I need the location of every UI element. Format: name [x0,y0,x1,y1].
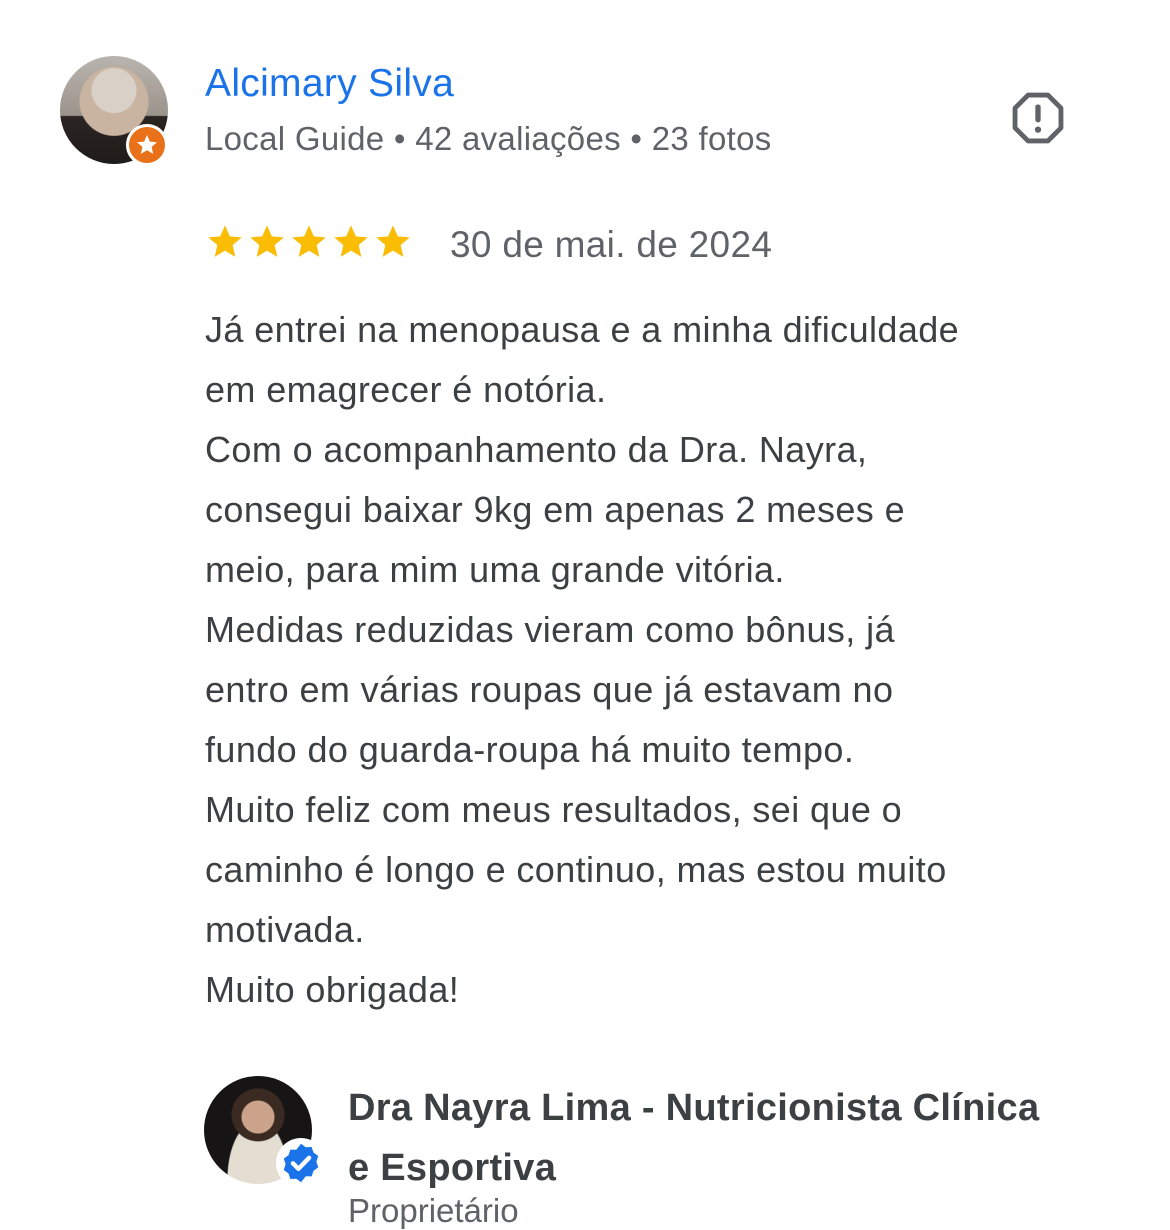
owner-role: Proprietário [348,1192,519,1229]
verified-check-icon [276,1138,326,1188]
review-text-line: fundo do guarda-roupa há muito tempo. [205,729,855,770]
review-text-line: Muito obrigada! [205,969,460,1010]
report-octagon-icon [1012,92,1064,144]
star-icon [334,225,368,257]
review-text-line: caminho é longo e continuo, mas estou mu… [205,849,947,890]
review-text-line: Medidas reduzidas vieram como bônus, já [205,609,895,650]
review-text-line: em emagrecer é notória. [205,369,607,410]
review-text-line: Já entrei na menopausa e a minha dificul… [205,309,960,350]
star-icon [250,225,284,257]
star-rating [205,222,413,262]
star-icon [208,225,242,257]
owner-name-line: Dra Nayra Lima - Nutricionista Clínica [348,1087,1040,1129]
author-name[interactable]: Alcimary Silva [205,62,454,106]
local-guide-star-icon [126,124,168,166]
review-text-line: meio, para mim uma grande vitória. [205,549,785,590]
owner-name-line: e Esportiva [348,1147,557,1189]
author-meta: Local Guide • 42 avaliações • 23 fotos [205,120,772,157]
review-text-line: motivada. [205,909,365,950]
review-text-line: Com o acompanhamento da Dra. Nayra, [205,429,868,470]
review-text-line: Muito feliz com meus resultados, sei que… [205,789,903,830]
report-button[interactable] [1006,86,1070,150]
owner-name[interactable]: Dra Nayra Lima - Nutricionista Clínica e … [348,1078,1108,1198]
review-date: 30 de mai. de 2024 [450,224,773,265]
review-text: Já entrei na menopausa e a minha dificul… [205,300,1105,1020]
review-text-line: consegui baixar 9kg em apenas 2 meses e [205,489,906,530]
star-icon [376,225,410,257]
review-text-line: entro em várias roupas que já estavam no [205,669,894,710]
star-icon [292,225,326,257]
